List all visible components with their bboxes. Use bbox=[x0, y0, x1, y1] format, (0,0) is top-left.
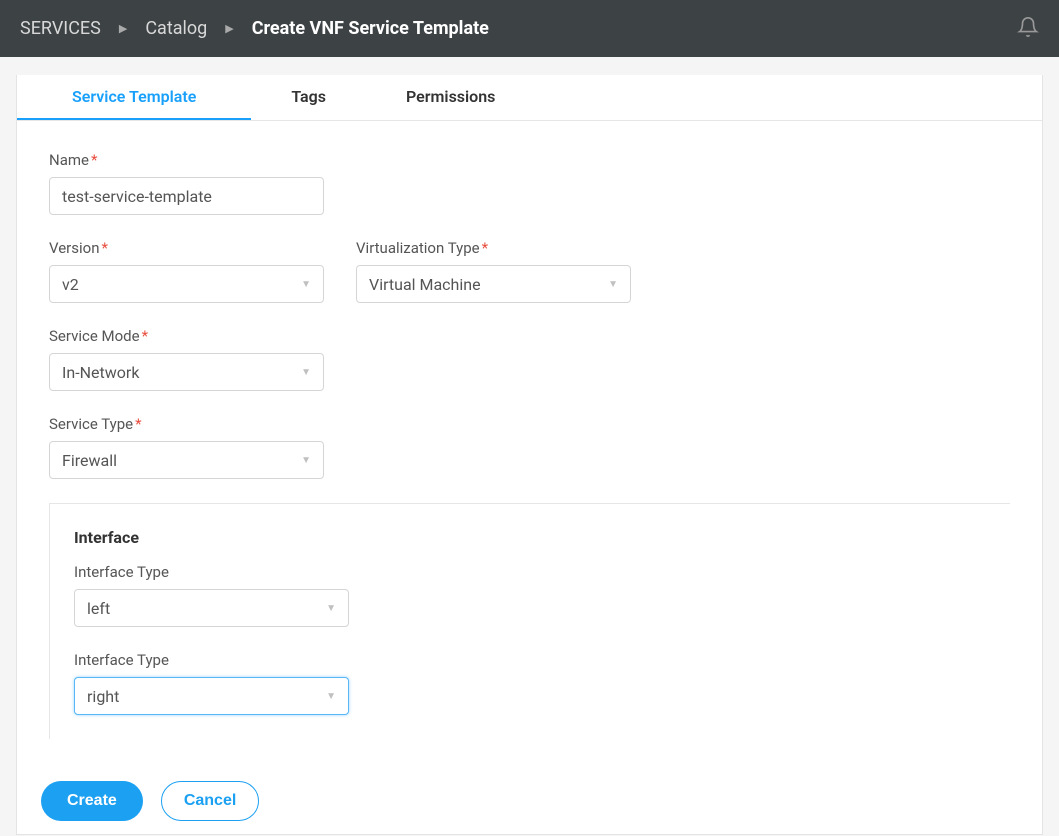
type-value: Firewall bbox=[62, 451, 117, 470]
interface-type-1-label: Interface Type bbox=[74, 563, 986, 581]
form-body: Name* Version* v2 ▼ Virtualization T bbox=[17, 121, 1042, 749]
interface-type-2-label: Interface Type bbox=[74, 651, 986, 669]
chevron-down-icon: ▼ bbox=[326, 603, 336, 614]
mode-select[interactable]: In-Network ▼ bbox=[49, 353, 324, 391]
panel: Service Template Tags Permissions Name* … bbox=[16, 75, 1043, 835]
virt-select[interactable]: Virtual Machine ▼ bbox=[356, 265, 631, 303]
interface-section-title: Interface bbox=[74, 528, 986, 547]
breadcrumb-services[interactable]: SERVICES bbox=[20, 18, 101, 39]
mode-label: Service Mode* bbox=[49, 327, 1010, 345]
version-select[interactable]: v2 ▼ bbox=[49, 265, 324, 303]
name-field-group: Name* bbox=[49, 151, 1010, 215]
cancel-button[interactable]: Cancel bbox=[161, 781, 259, 821]
tab-tags[interactable]: Tags bbox=[251, 75, 366, 120]
interface-type-1-group: Interface Type left ▼ bbox=[74, 563, 986, 627]
mode-field-group: Service Mode* In-Network ▼ bbox=[49, 327, 1010, 391]
header-bar: SERVICES ▶ Catalog ▶ Create VNF Service … bbox=[0, 0, 1059, 57]
version-field-group: Version* v2 ▼ bbox=[49, 239, 324, 303]
chevron-down-icon: ▼ bbox=[326, 691, 336, 702]
type-select[interactable]: Firewall ▼ bbox=[49, 441, 324, 479]
required-star: * bbox=[135, 415, 141, 433]
chevron-down-icon: ▼ bbox=[608, 279, 618, 290]
tabs: Service Template Tags Permissions bbox=[17, 75, 1042, 121]
footer-buttons: Create Cancel bbox=[17, 749, 1042, 821]
interface-type-2-group: Interface Type right ▼ bbox=[74, 651, 986, 715]
chevron-down-icon: ▼ bbox=[301, 279, 311, 290]
notification-bell-icon[interactable] bbox=[1017, 16, 1039, 42]
chevron-down-icon: ▼ bbox=[301, 367, 311, 378]
row-version-virt: Version* v2 ▼ Virtualization Type* Virtu… bbox=[49, 239, 1010, 327]
interface-type-2-select[interactable]: right ▼ bbox=[74, 677, 349, 715]
required-star: * bbox=[482, 239, 488, 257]
interface-type-1-select[interactable]: left ▼ bbox=[74, 589, 349, 627]
tab-permissions[interactable]: Permissions bbox=[366, 75, 535, 120]
breadcrumb-catalog[interactable]: Catalog bbox=[145, 18, 207, 39]
version-value: v2 bbox=[62, 275, 79, 294]
name-input[interactable] bbox=[49, 177, 324, 215]
required-star: * bbox=[102, 239, 108, 257]
create-button[interactable]: Create bbox=[41, 781, 143, 821]
interface-type-2-value: right bbox=[87, 687, 119, 706]
name-label: Name* bbox=[49, 151, 1010, 169]
version-label: Version* bbox=[49, 239, 324, 257]
page-title: Create VNF Service Template bbox=[252, 18, 489, 39]
virt-value: Virtual Machine bbox=[369, 275, 481, 294]
content-wrapper: Service Template Tags Permissions Name* … bbox=[0, 57, 1059, 835]
virt-field-group: Virtualization Type* Virtual Machine ▼ bbox=[356, 239, 631, 303]
breadcrumb: SERVICES ▶ Catalog ▶ Create VNF Service … bbox=[20, 18, 489, 39]
chevron-down-icon: ▼ bbox=[301, 455, 311, 466]
interface-section: Interface Interface Type left ▼ Interfac… bbox=[49, 503, 1010, 739]
required-star: * bbox=[142, 327, 148, 345]
required-star: * bbox=[91, 151, 97, 169]
tab-service-template[interactable]: Service Template bbox=[17, 75, 251, 120]
type-label: Service Type* bbox=[49, 415, 1010, 433]
chevron-right-icon: ▶ bbox=[119, 22, 127, 35]
mode-value: In-Network bbox=[62, 363, 139, 382]
interface-type-1-value: left bbox=[87, 599, 110, 618]
type-field-group: Service Type* Firewall ▼ bbox=[49, 415, 1010, 479]
chevron-right-icon: ▶ bbox=[225, 22, 233, 35]
virt-label: Virtualization Type* bbox=[356, 239, 631, 257]
